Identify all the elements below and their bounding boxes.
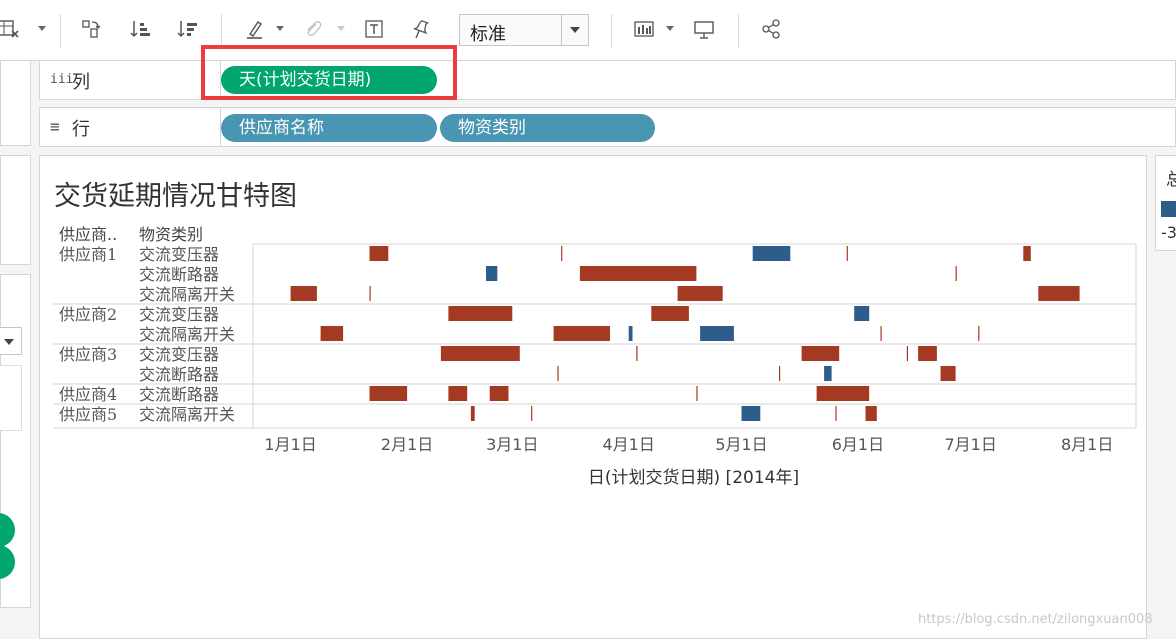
gantt-bar[interactable] [557, 366, 559, 381]
x-tick-label: 4月1日 [603, 435, 655, 454]
gantt-bar[interactable] [854, 306, 870, 321]
category-label[interactable]: 交流断路器 [139, 365, 219, 384]
gantt-bar[interactable] [448, 306, 513, 321]
category-label[interactable]: 交流变压器 [139, 305, 219, 324]
gantt-bar[interactable] [561, 246, 563, 261]
x-tick-label: 7月1日 [945, 435, 997, 454]
gantt-bar[interactable] [700, 326, 734, 341]
gantt-bar[interactable] [880, 326, 882, 341]
category-label[interactable]: 交流变压器 [139, 345, 219, 364]
category-label[interactable]: 交流隔离开关 [139, 325, 235, 344]
x-axis-title[interactable]: 日(计划交货日期) [2014年] [588, 468, 799, 488]
x-tick-label: 8月1日 [1061, 435, 1113, 454]
category-label[interactable]: 交流断路器 [139, 265, 219, 284]
gantt-bar[interactable] [846, 246, 848, 261]
gantt-bar[interactable] [489, 386, 509, 401]
gantt-bar[interactable] [696, 386, 698, 401]
gantt-bar[interactable] [918, 346, 937, 361]
gantt-bar[interactable] [470, 406, 475, 421]
gantt-bar[interactable] [369, 286, 371, 301]
gantt-bar[interactable] [440, 346, 520, 361]
gantt-bar[interactable] [741, 406, 761, 421]
gantt-bar[interactable] [486, 266, 498, 281]
gantt-bar[interactable] [1023, 246, 1031, 261]
x-tick-label: 6月1日 [832, 435, 884, 454]
gantt-bar[interactable] [369, 246, 389, 261]
x-tick-label: 1月1日 [264, 435, 316, 454]
gantt-bar[interactable] [752, 246, 791, 261]
gantt-bar[interactable] [835, 406, 837, 421]
gantt-bar[interactable] [579, 266, 697, 281]
supplier-label[interactable]: 供应商4 [59, 385, 117, 404]
x-tick-label: 5月1日 [715, 435, 767, 454]
gantt-bar[interactable] [369, 386, 408, 401]
legend-value: -3 [1161, 223, 1176, 242]
gantt-bar[interactable] [651, 306, 689, 321]
watermark: https://blog.csdn.net/zilongxuan008 [918, 612, 1153, 627]
gantt-bar[interactable] [636, 346, 638, 361]
category-label[interactable]: 交流隔离开关 [139, 405, 235, 424]
gantt-bar[interactable] [955, 266, 957, 281]
category-label[interactable]: 交流断路器 [139, 385, 219, 404]
gantt-bar[interactable] [824, 366, 832, 381]
gantt-chart[interactable]: 供应商1供应商2供应商3供应商4供应商5交流变压器交流断路器交流隔离开关交流变压… [0, 0, 1176, 639]
gantt-bar[interactable] [801, 346, 840, 361]
gantt-bar[interactable] [816, 386, 870, 401]
gantt-bar[interactable] [320, 326, 344, 341]
supplier-label[interactable]: 供应商1 [59, 245, 117, 264]
supplier-label[interactable]: 供应商2 [59, 305, 117, 324]
supplier-label[interactable]: 供应商3 [59, 345, 117, 364]
gantt-bar[interactable] [865, 406, 877, 421]
supplier-label[interactable]: 供应商5 [59, 405, 117, 424]
gantt-bar[interactable] [553, 326, 610, 341]
gantt-bar[interactable] [628, 326, 633, 341]
gantt-bar[interactable] [906, 346, 908, 361]
gantt-bar[interactable] [531, 406, 533, 421]
gantt-bar[interactable] [779, 366, 781, 381]
x-tick-label: 3月1日 [486, 435, 538, 454]
gantt-bar[interactable] [290, 286, 317, 301]
legend-title: 总 [1166, 170, 1176, 190]
category-label[interactable]: 交流变压器 [139, 245, 219, 264]
gantt-bar[interactable] [1038, 286, 1080, 301]
category-label[interactable]: 交流隔离开关 [139, 285, 235, 304]
gantt-bar[interactable] [448, 386, 468, 401]
gantt-bar[interactable] [978, 326, 980, 341]
gantt-bar[interactable] [677, 286, 723, 301]
legend-swatch[interactable] [1161, 201, 1176, 217]
gantt-bar[interactable] [940, 366, 956, 381]
x-tick-label: 2月1日 [381, 435, 433, 454]
